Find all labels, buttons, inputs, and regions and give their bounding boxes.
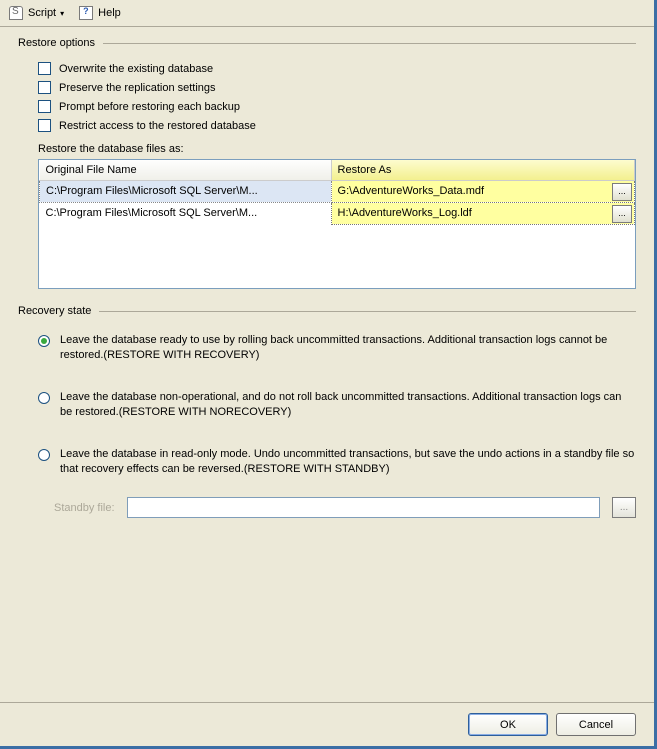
standby-file-input[interactable]	[127, 497, 600, 518]
recovery-opt3-radio[interactable]	[38, 449, 50, 461]
overwrite-row: Overwrite the existing database	[18, 59, 636, 78]
restrict-checkbox[interactable]	[38, 119, 51, 132]
script-icon	[8, 5, 24, 21]
recovery-opt2-row: Leave the database non-operational, and …	[18, 384, 636, 441]
recovery-opt1-label: Leave the database ready to use by rolli…	[60, 333, 636, 364]
recovery-state-group: Recovery state Leave the database ready …	[18, 305, 636, 528]
cell-restoreas: H:\AdventureWorks_Log.ldf ...	[331, 202, 634, 224]
script-label: Script	[28, 7, 56, 19]
help-menu[interactable]: Help	[78, 5, 121, 21]
recovery-opt1-row: Leave the database ready to use by rolli…	[18, 327, 636, 384]
browse-button[interactable]: ...	[612, 183, 632, 201]
table-row[interactable]: C:\Program Files\Microsoft SQL Server\M.…	[40, 202, 635, 224]
dialog-footer: OK Cancel	[0, 702, 654, 746]
prompt-checkbox[interactable]	[38, 100, 51, 113]
overwrite-label: Overwrite the existing database	[59, 63, 213, 75]
content-area: Restore options Overwrite the existing d…	[0, 27, 654, 702]
preserve-label: Preserve the replication settings	[59, 82, 216, 94]
script-menu[interactable]: Script ▾	[8, 5, 64, 21]
ok-button[interactable]: OK	[468, 713, 548, 736]
browse-button[interactable]: ...	[612, 205, 632, 223]
recovery-opt3-row: Leave the database in read-only mode. Un…	[18, 441, 636, 498]
restore-files-table: Original File Name Restore As C:\Program…	[38, 159, 636, 289]
restrict-row: Restrict access to the restored database	[18, 116, 636, 135]
table-row[interactable]: C:\Program Files\Microsoft SQL Server\M.…	[40, 180, 635, 202]
recovery-opt1-radio[interactable]	[38, 335, 50, 347]
recovery-opt2-label: Leave the database non-operational, and …	[60, 390, 636, 421]
cell-original: C:\Program Files\Microsoft SQL Server\M.…	[40, 202, 332, 224]
recovery-opt3-label: Leave the database in read-only mode. Un…	[60, 447, 636, 478]
chevron-down-icon: ▾	[60, 9, 64, 18]
recovery-opt2-radio[interactable]	[38, 392, 50, 404]
prompt-row: Prompt before restoring each backup	[18, 97, 636, 116]
col-restoreas-header[interactable]: Restore As	[331, 160, 634, 180]
overwrite-checkbox[interactable]	[38, 62, 51, 75]
restore-options-group: Restore options Overwrite the existing d…	[18, 37, 636, 289]
toolbar: Script ▾ Help	[0, 0, 654, 27]
col-original-header[interactable]: Original File Name	[40, 160, 332, 180]
help-label: Help	[98, 7, 121, 19]
restore-options-legend: Restore options	[18, 37, 636, 49]
standby-file-label: Standby file:	[54, 502, 115, 514]
prompt-label: Prompt before restoring each backup	[59, 101, 240, 113]
restore-files-label: Restore the database files as:	[18, 135, 636, 159]
standby-file-row: Standby file: ...	[18, 497, 636, 528]
cell-restoreas: G:\AdventureWorks_Data.mdf ...	[331, 180, 634, 202]
preserve-row: Preserve the replication settings	[18, 78, 636, 97]
restrict-label: Restrict access to the restored database	[59, 120, 256, 132]
recovery-state-legend: Recovery state	[18, 305, 636, 317]
cancel-button[interactable]: Cancel	[556, 713, 636, 736]
cell-original: C:\Program Files\Microsoft SQL Server\M.…	[40, 180, 332, 202]
standby-browse-button[interactable]: ...	[612, 497, 636, 518]
help-icon	[78, 5, 94, 21]
preserve-checkbox[interactable]	[38, 81, 51, 94]
